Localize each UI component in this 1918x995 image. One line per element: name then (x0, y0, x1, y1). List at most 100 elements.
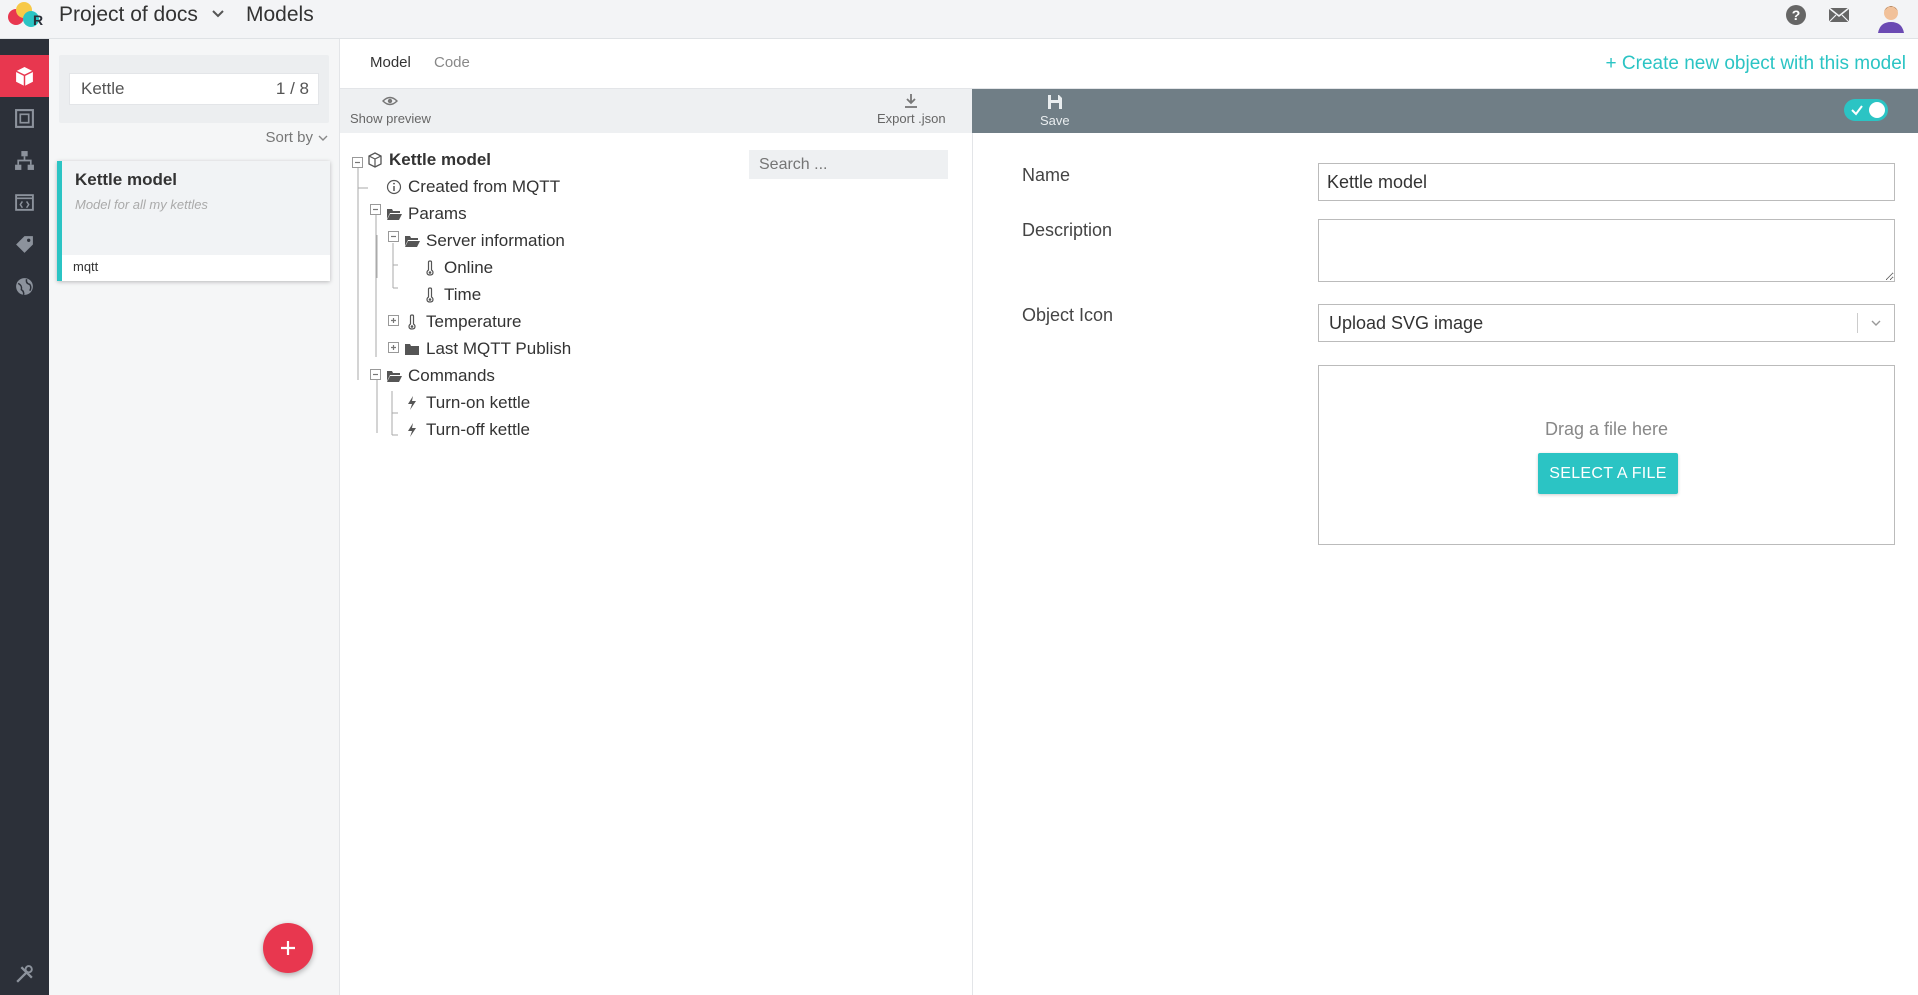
tree-node-label: Server information (426, 231, 565, 250)
tree-node-label: Time (444, 285, 482, 304)
tab-model[interactable]: Model (370, 54, 411, 71)
tree-toolbar: Show preview Export .json (340, 89, 972, 133)
svg-text:?: ? (1792, 7, 1801, 23)
app-logo-icon[interactable]: R (4, 0, 46, 32)
sort-by-label: Sort by (265, 129, 313, 146)
cube-icon (368, 152, 382, 168)
toggle-knob (1869, 102, 1885, 118)
collapse-root-toggle[interactable] (352, 157, 363, 168)
tree-node-label: Turn-on kettle (426, 393, 531, 412)
minus-icon (373, 208, 378, 211)
chevron-down-icon (1871, 320, 1881, 326)
tree-node-label: Turn-off kettle (426, 420, 530, 439)
cube-icon (15, 66, 34, 86)
export-json-label: Export .json (877, 111, 946, 126)
nav-tags[interactable] (0, 223, 49, 265)
sort-by-dropdown[interactable]: Sort by (265, 129, 329, 146)
floppy-disk-icon (1047, 95, 1062, 109)
tree-node-params[interactable]: Params (386, 204, 467, 224)
model-card-description: Model for all my kettles (75, 197, 208, 212)
tree-node-temperature[interactable]: Temperature (404, 312, 521, 332)
object-icon-select[interactable]: Upload SVG image (1318, 304, 1895, 342)
code-window-icon (15, 193, 34, 211)
tree-node-root[interactable]: Kettle model (367, 150, 491, 170)
tab-code[interactable]: Code (434, 54, 470, 71)
collapse-server-info-toggle[interactable] (388, 231, 399, 242)
project-selector[interactable]: Project of docs (59, 3, 198, 27)
active-toggle[interactable] (1844, 99, 1888, 121)
model-card-body: Kettle model Model for all my kettles (62, 161, 330, 255)
minus-icon (391, 235, 396, 238)
description-textarea[interactable] (1318, 219, 1895, 282)
search-result-count: 1 / 8 (275, 79, 309, 98)
svg-text:R: R (33, 12, 43, 28)
tree-node-created-from-mqtt[interactable]: Created from MQTT (386, 177, 560, 197)
tree-node-label: Last MQTT Publish (426, 339, 572, 358)
name-input[interactable] (1318, 163, 1895, 201)
tabs-bar: Model Code + Create new object with this… (340, 39, 1918, 89)
tree-node-online[interactable]: Online (422, 258, 493, 278)
bolt-icon (408, 396, 416, 410)
tree-node-label: Temperature (426, 312, 522, 331)
model-card-title: Kettle model (75, 170, 178, 189)
plus-icon (391, 318, 396, 323)
export-json-button[interactable]: Export .json (877, 93, 946, 126)
tree-search-input[interactable] (749, 150, 948, 179)
main-nav (0, 39, 49, 995)
add-model-button[interactable] (263, 923, 313, 973)
object-icon-label: Object Icon (1022, 305, 1114, 325)
model-card[interactable]: Kettle model Model for all my kettles mq… (57, 161, 330, 281)
show-preview-label: Show preview (350, 111, 431, 126)
collapse-commands-toggle[interactable] (370, 369, 381, 380)
nav-tools[interactable] (0, 953, 49, 995)
model-list-panel: 1 / 8 Sort by Kettle model Model for all… (49, 39, 340, 995)
sitemap-icon (15, 150, 34, 170)
eye-icon (382, 96, 399, 106)
nav-models[interactable] (0, 55, 49, 97)
tag-icon (16, 235, 33, 253)
folder-open-icon (405, 236, 420, 247)
folder-icon (405, 344, 419, 355)
download-icon (905, 94, 918, 108)
mail-icon[interactable] (1828, 4, 1850, 26)
model-card-tag[interactable]: mqtt (73, 259, 98, 274)
create-object-link[interactable]: + Create new object with this model (1606, 53, 1906, 75)
nav-hierarchy[interactable] (0, 139, 49, 181)
avatar[interactable] (1874, 0, 1908, 34)
nav-integrations[interactable] (0, 265, 49, 307)
nav-objects[interactable] (0, 97, 49, 139)
tree-node-commands[interactable]: Commands (386, 366, 495, 386)
chevron-down-icon[interactable] (210, 6, 226, 22)
save-button[interactable]: Save (1040, 93, 1070, 128)
model-form: Name Description Object Icon Upload SVG … (973, 133, 1918, 995)
tree-node-label: Commands (408, 366, 495, 385)
thermometer-icon (426, 260, 434, 276)
folder-open-icon (387, 209, 402, 220)
tree-node-server-information[interactable]: Server information (404, 231, 565, 251)
dropzone-text: Drag a file here (1544, 419, 1669, 439)
select-separator (1857, 313, 1858, 333)
tools-icon (16, 964, 33, 983)
globe-icon (16, 277, 33, 295)
tree-node-turn-off-kettle[interactable]: Turn-off kettle (404, 420, 530, 440)
select-file-button[interactable]: SELECT A FILE (1538, 453, 1678, 494)
show-preview-button[interactable]: Show preview (350, 93, 431, 126)
tree-node-time[interactable]: Time (422, 285, 481, 305)
tree-node-label: Kettle model (389, 150, 492, 169)
file-dropzone[interactable]: Drag a file here SELECT A FILE (1318, 365, 1895, 545)
collapse-params-toggle[interactable] (370, 204, 381, 215)
form-toolbar: Save (972, 89, 1918, 133)
name-label: Name (1022, 165, 1071, 185)
plus-icon (391, 345, 396, 350)
top-bar: R Project of docs Models ? (0, 0, 1918, 39)
tree-node-last-mqtt-publish[interactable]: Last MQTT Publish (404, 339, 571, 359)
thermometer-icon (426, 287, 434, 303)
help-icon[interactable]: ? (1785, 4, 1807, 26)
plus-icon (281, 941, 295, 955)
description-label: Description (1022, 220, 1113, 240)
tree-node-turn-on-kettle[interactable]: Turn-on kettle (404, 393, 530, 413)
expand-temperature-toggle[interactable] (388, 315, 399, 326)
expand-last-mqtt-toggle[interactable] (388, 342, 399, 353)
nav-apps[interactable] (0, 181, 49, 223)
page-title: Models (246, 3, 314, 26)
